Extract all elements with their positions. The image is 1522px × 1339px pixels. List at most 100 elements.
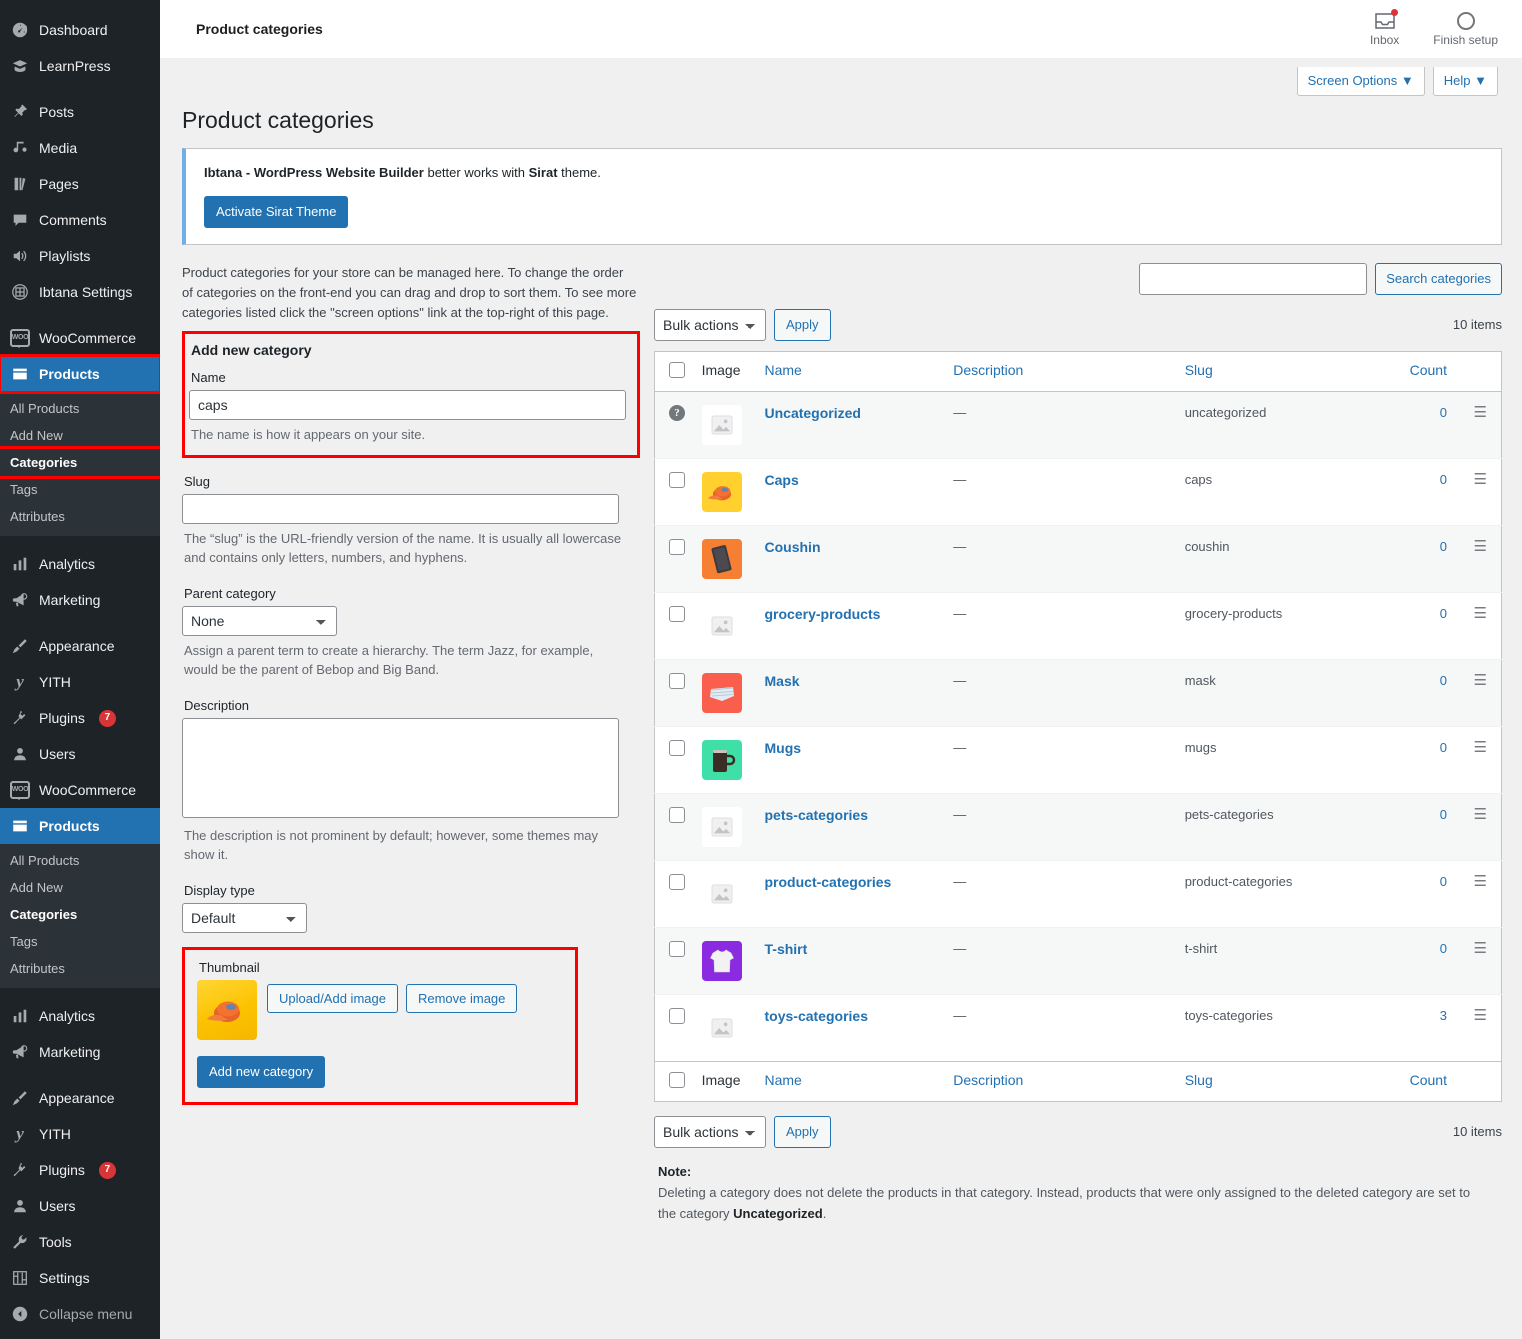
sidebar-item-users-2[interactable]: Users [0, 1188, 160, 1224]
category-name-link[interactable]: Coushin [765, 539, 821, 555]
category-name-input[interactable] [189, 390, 626, 421]
column-footer-description[interactable]: Description [945, 1060, 1177, 1102]
sidebar-item-yith[interactable]: y YITH [0, 664, 160, 700]
sidebar-item-woocommerce-2[interactable]: WOO WooCommerce [0, 772, 160, 808]
category-count-link[interactable]: 0 [1440, 673, 1447, 688]
sidebar-item-marketing[interactable]: Marketing [0, 582, 160, 618]
sidebar-item-ibtana-settings[interactable]: Ibtana Settings [0, 274, 160, 310]
activate-sirat-theme-button[interactable]: Activate Sirat Theme [204, 196, 349, 228]
apply-button-top[interactable]: Apply [774, 308, 831, 341]
submenu-item-add-new[interactable]: Add New [0, 874, 160, 901]
submenu-item-tags[interactable]: Tags [0, 928, 160, 955]
row-checkbox[interactable] [669, 739, 685, 756]
category-name-link[interactable]: toys-categories [765, 1008, 868, 1024]
sidebar-item-products-2[interactable]: Products [0, 808, 160, 844]
submenu-item-tags[interactable]: Tags [0, 476, 160, 503]
sidebar-item-tools[interactable]: Tools [0, 1224, 160, 1260]
category-name-link[interactable]: T-shirt [765, 941, 808, 957]
sidebar-item-analytics-2[interactable]: Analytics [0, 998, 160, 1034]
sidebar-item-playlists[interactable]: Playlists [0, 238, 160, 274]
sidebar-item-learnpress[interactable]: LearnPress [0, 48, 160, 84]
category-count-link[interactable]: 3 [1440, 1008, 1447, 1023]
bulk-actions-select-top[interactable]: Bulk actions [654, 308, 766, 341]
sidebar-item-media[interactable]: Media [0, 130, 160, 166]
category-count-link[interactable]: 0 [1440, 740, 1447, 755]
submenu-item-all-products[interactable]: All Products [0, 847, 160, 874]
row-checkbox[interactable] [669, 471, 685, 488]
search-input[interactable] [1139, 262, 1368, 295]
select-all-checkbox-bottom[interactable] [669, 1071, 685, 1088]
remove-image-button[interactable]: Remove image [405, 983, 518, 1013]
inbox-button[interactable]: Inbox [1370, 8, 1399, 47]
sidebar-item-comments[interactable]: Comments [0, 202, 160, 238]
column-footer-name[interactable]: Name [756, 1060, 946, 1102]
bulk-actions-select-bottom[interactable]: Bulk actions [654, 1115, 766, 1148]
drag-handle-icon[interactable]: ☰ [1474, 806, 1487, 823]
category-name-link[interactable]: Caps [765, 472, 799, 488]
row-checkbox[interactable] [669, 538, 685, 555]
sidebar-item-plugins[interactable]: Plugins 7 [0, 700, 160, 736]
category-count-link[interactable]: 0 [1440, 472, 1447, 487]
category-count-link[interactable]: 0 [1440, 405, 1447, 420]
category-name-link[interactable]: product-categories [765, 874, 892, 890]
add-new-category-submit[interactable]: Add new category [197, 1055, 326, 1088]
help-button[interactable]: Help ▼ [1432, 67, 1498, 96]
sidebar-item-appearance[interactable]: Appearance [0, 628, 160, 664]
column-footer-slug[interactable]: Slug [1176, 1060, 1378, 1102]
sidebar-item-yith-2[interactable]: y YITH [0, 1116, 160, 1152]
drag-handle-icon[interactable]: ☰ [1474, 672, 1487, 689]
drag-handle-icon[interactable]: ☰ [1474, 940, 1487, 957]
row-checkbox[interactable] [669, 806, 685, 823]
sidebar-item-dashboard[interactable]: Dashboard [0, 12, 160, 48]
category-count-link[interactable]: 0 [1440, 874, 1447, 889]
column-header-description[interactable]: Description [945, 351, 1177, 392]
sidebar-item-pages[interactable]: Pages [0, 166, 160, 202]
category-count-link[interactable]: 0 [1440, 941, 1447, 956]
category-name-link[interactable]: pets-categories [765, 807, 868, 823]
row-checkbox[interactable] [669, 1007, 685, 1024]
submenu-item-add-new[interactable]: Add New [0, 422, 160, 449]
sidebar-item-analytics[interactable]: Analytics [0, 546, 160, 582]
category-name-link[interactable]: Uncategorized [765, 405, 861, 421]
category-count-link[interactable]: 0 [1440, 539, 1447, 554]
sidebar-item-products[interactable]: Products [0, 354, 160, 394]
finish-setup-button[interactable]: Finish setup [1433, 11, 1498, 47]
submenu-item-attributes[interactable]: Attributes [0, 503, 160, 530]
column-header-slug[interactable]: Slug [1176, 351, 1378, 392]
sidebar-item-marketing-2[interactable]: Marketing [0, 1034, 160, 1070]
submenu-item-categories[interactable]: Categories [0, 446, 160, 479]
sidebar-item-plugins-2[interactable]: Plugins 7 [0, 1152, 160, 1188]
category-name-link[interactable]: Mugs [765, 740, 802, 756]
category-count-link[interactable]: 0 [1440, 807, 1447, 822]
drag-handle-icon[interactable]: ☰ [1474, 739, 1487, 756]
submenu-item-categories[interactable]: Categories [0, 901, 160, 928]
upload-add-image-button[interactable]: Upload/Add image [267, 983, 398, 1013]
category-description-textarea[interactable] [182, 717, 619, 818]
drag-handle-icon[interactable]: ☰ [1474, 873, 1487, 890]
column-header-count[interactable]: Count [1377, 351, 1465, 392]
row-checkbox[interactable] [669, 873, 685, 890]
submenu-item-attributes[interactable]: Attributes [0, 955, 160, 982]
category-slug-input[interactable] [182, 493, 619, 524]
search-categories-button[interactable]: Search categories [1375, 262, 1502, 295]
drag-handle-icon[interactable]: ☰ [1474, 404, 1487, 421]
sidebar-item-woocommerce[interactable]: WOO WooCommerce [0, 320, 160, 356]
drag-handle-icon[interactable]: ☰ [1474, 605, 1487, 622]
display-type-select[interactable]: Default [182, 902, 307, 933]
parent-category-select[interactable]: None [182, 605, 337, 636]
drag-handle-icon[interactable]: ☰ [1474, 538, 1487, 555]
sidebar-item-settings[interactable]: Settings [0, 1260, 160, 1296]
select-all-checkbox-top[interactable] [669, 361, 685, 378]
drag-handle-icon[interactable]: ☰ [1474, 1007, 1487, 1024]
column-header-name[interactable]: Name [756, 351, 946, 392]
sidebar-item-appearance-2[interactable]: Appearance [0, 1080, 160, 1116]
category-count-link[interactable]: 0 [1440, 606, 1447, 621]
row-checkbox[interactable] [669, 940, 685, 957]
apply-button-bottom[interactable]: Apply [774, 1115, 831, 1148]
sidebar-item-posts[interactable]: Posts [0, 94, 160, 130]
sidebar-collapse-menu[interactable]: Collapse menu [0, 1296, 160, 1332]
sidebar-item-users[interactable]: Users [0, 736, 160, 772]
column-footer-count[interactable]: Count [1377, 1060, 1465, 1102]
submenu-item-all-products[interactable]: All Products [0, 395, 160, 422]
row-checkbox[interactable] [669, 672, 685, 689]
